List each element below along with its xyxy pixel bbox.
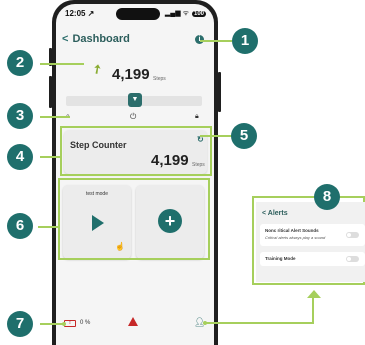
lock-icon-right: 🔒︎ (195, 113, 199, 120)
page-title: Dashboard (72, 33, 130, 45)
highlight-step-counter (60, 126, 212, 176)
connector-7 (40, 323, 64, 325)
alert-row-noncritical-sounds: Nonc ritical Alert Sounds Critical alert… (260, 224, 365, 246)
connector-1 (200, 40, 232, 42)
connector-4 (40, 156, 62, 158)
shoe-icon: ➚ (88, 60, 106, 78)
slider-thumb-chevron-icon[interactable]: ▼ (128, 93, 142, 107)
connector-6 (38, 226, 60, 228)
training-mode-toggle[interactable] (346, 256, 359, 262)
toggle-knob (347, 233, 351, 237)
connector-3 (40, 116, 70, 118)
highlight-tiles (58, 178, 210, 260)
toggle-knob (347, 257, 351, 261)
callout-8: 8 (314, 184, 340, 210)
callout-5: 5 (231, 123, 257, 149)
callout-3: 3 (7, 103, 33, 129)
alert-row-title: Training Mode (265, 256, 296, 261)
connector-8-h (205, 322, 313, 324)
nav-bar: < Dashboard (62, 33, 130, 45)
alert-row-training-mode: Training Mode (260, 252, 365, 266)
alerts-panel: < Alerts Nonc ritical Alert Sounds Criti… (256, 202, 365, 282)
connector-arrow-icon (307, 290, 321, 298)
alert-row-subtitle: Critical alerts always play a sound (265, 235, 326, 240)
power-button (218, 72, 221, 112)
callout-2: 2 (7, 50, 33, 76)
connector-dot-7 (62, 322, 66, 326)
connector-8-v (312, 296, 314, 324)
connector-2 (40, 63, 84, 65)
total-steps-value: 4,199 (112, 66, 150, 83)
alerts-back-chevron-icon[interactable]: < (262, 210, 266, 217)
alerts-nav: < Alerts (262, 210, 288, 217)
battery-status-icon: 100 (191, 10, 206, 17)
noncritical-sounds-toggle[interactable] (346, 232, 359, 238)
connector-5 (200, 135, 232, 137)
callout-1: 1 (232, 28, 258, 54)
connector-dot-8 (203, 321, 207, 325)
callout-7: 7 (7, 311, 33, 337)
dynamic-island (116, 8, 160, 20)
device-battery-percent: 0 % (80, 320, 91, 326)
power-icon: ⏻ (130, 112, 137, 121)
status-time: 12:05 ↗ (65, 9, 95, 18)
total-steps-unit: Steps (153, 76, 166, 82)
callout-6: 6 (7, 213, 33, 239)
signal-wifi-icon: ▂▄▆ ᯤ (164, 10, 189, 17)
callout-4: 4 (7, 144, 33, 170)
alerts-title: Alerts (267, 210, 288, 217)
back-chevron-icon[interactable]: < (62, 33, 68, 45)
warning-icon[interactable] (128, 317, 138, 326)
alert-row-title: Nonc ritical Alert Sounds (265, 228, 319, 233)
status-indicators: ▂▄▆ ᯤ 100 (165, 9, 206, 18)
